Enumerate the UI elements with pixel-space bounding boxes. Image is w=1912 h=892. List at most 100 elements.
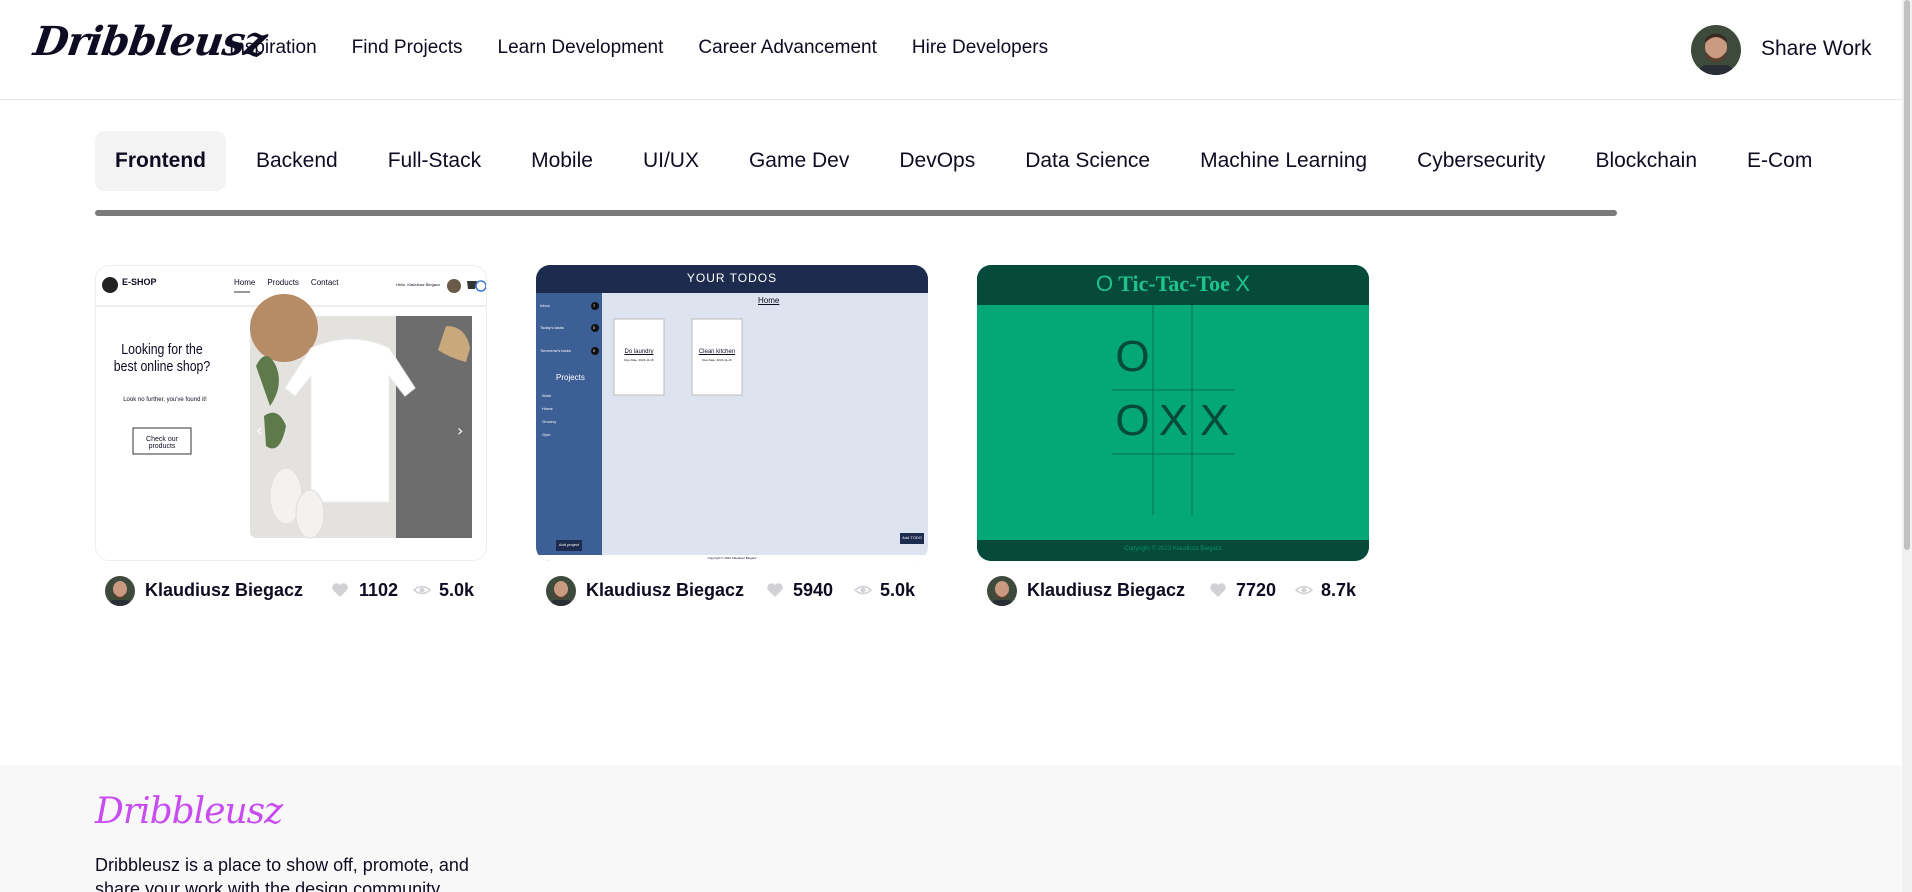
board-cell[interactable]: O xyxy=(1112,389,1153,453)
todo-card-date: Due Date: 2023-11-16 xyxy=(702,358,732,362)
eshop-greeting: Hello, Klaudiusz Biegacz xyxy=(396,282,441,287)
tictactoe-footer: Copyright © 2023 Klaudiusz Biegacz xyxy=(1124,546,1222,552)
project-meta: Klaudiusz Biegacz 7720 8.7k xyxy=(977,561,1369,617)
tab-backend[interactable]: Backend xyxy=(236,131,358,191)
todo-card-title: Do laundry xyxy=(624,349,654,355)
tab-e-com[interactable]: E-Com xyxy=(1727,131,1816,191)
tab-mobile[interactable]: Mobile xyxy=(511,131,613,191)
project-meta: Klaudiusz Biegacz 5940 5.0k xyxy=(536,561,928,617)
todos-projects-heading: Projects xyxy=(556,373,585,382)
tab-frontend[interactable]: Frontend xyxy=(95,131,226,191)
todos-tomorrow-count: 0 xyxy=(593,348,596,353)
eshop-nav: Home Products Contact xyxy=(234,278,339,287)
project-thumbnail-todos[interactable]: YOUR TODOS Home Inbox 7 Today's tasks 0 … xyxy=(536,265,928,561)
like-count: 1102 xyxy=(359,580,399,600)
nav-inspiration[interactable]: Inspiration xyxy=(229,37,317,59)
footer-description: Dribbleusz is a place to show off, promo… xyxy=(95,855,469,892)
board-cell[interactable] xyxy=(1194,325,1235,389)
todos-add-project: Add project xyxy=(558,542,580,547)
todo-card-title: Clean kitchen xyxy=(698,349,736,355)
tictactoe-o-glyph: O xyxy=(1095,271,1114,296)
todos-project-list: Work Home Grocery Gym xyxy=(542,389,556,441)
site-header: Dribbleusz Inspiration Find Projects Lea… xyxy=(0,0,1912,100)
tictactoe-title-row: O Tic-Tac-Toe X xyxy=(977,271,1369,297)
tab-data-science[interactable]: Data Science xyxy=(1005,131,1170,191)
todos-sidebar-today: Today's tasks xyxy=(540,325,564,330)
nav-hire-developers[interactable]: Hire Developers xyxy=(912,37,1048,59)
view-count: 5.0k xyxy=(880,580,916,600)
project-thumbnail-tictactoe[interactable]: O Tic-Tac-Toe X O O X X Copyright © 2023… xyxy=(977,265,1369,561)
tab-blockchain[interactable]: Blockchain xyxy=(1575,131,1717,191)
tab-game-dev[interactable]: Game Dev xyxy=(729,131,869,191)
todos-copyright: Copyright © 2023 Klaudiusz Biegacz xyxy=(707,556,757,560)
footer-logo[interactable]: Dribbleusz xyxy=(95,791,283,832)
author-name[interactable]: Klaudiusz Biegacz xyxy=(1027,580,1185,601)
eshop-nav-home: Home xyxy=(234,278,256,287)
nav-find-projects[interactable]: Find Projects xyxy=(352,37,463,59)
board-cell[interactable] xyxy=(1153,325,1194,389)
project-card: ‹ › E-SHOP Home Products Contact Hello, … xyxy=(95,265,487,617)
author-avatar[interactable] xyxy=(105,576,135,606)
like-count: 5940 xyxy=(793,580,834,600)
eye-icon xyxy=(854,585,872,595)
user-avatar[interactable] xyxy=(1691,25,1741,75)
heart-icon[interactable] xyxy=(331,582,349,598)
tab-cybersecurity[interactable]: Cybersecurity xyxy=(1397,131,1565,191)
view-count: 5.0k xyxy=(439,580,475,600)
todo-card-date: Due Date: 2023-11-15 xyxy=(624,358,654,362)
eshop-brand: E-SHOP xyxy=(122,277,157,287)
like-count: 7720 xyxy=(1236,580,1277,600)
author-avatar[interactable] xyxy=(987,576,1017,606)
nav-learn-development[interactable]: Learn Development xyxy=(498,37,664,59)
project-thumbnail-eshop[interactable]: ‹ › E-SHOP Home Products Contact Hello, … xyxy=(95,265,487,561)
todos-sidebar-tomorrow: Tomorrow's tasks xyxy=(540,348,571,353)
tab-devops[interactable]: DevOps xyxy=(879,131,995,191)
tab-ui-ux[interactable]: UI/UX xyxy=(623,131,719,191)
tictactoe-x-glyph: X xyxy=(1235,271,1251,296)
svg-text:‹: ‹ xyxy=(256,421,262,440)
eshop-cta-button: Check our products xyxy=(146,436,178,450)
todos-home: Home xyxy=(758,296,780,305)
board-cell[interactable] xyxy=(1194,453,1235,517)
project-meta: Klaudiusz Biegacz 1102 5.0k xyxy=(95,561,487,617)
project-card: YOUR TODOS Home Inbox 7 Today's tasks 0 … xyxy=(536,265,928,617)
page-scrollbar[interactable] xyxy=(1902,0,1912,892)
todos-today-count: 0 xyxy=(593,325,596,330)
tictactoe-board: O O X X xyxy=(1112,325,1235,517)
eshop-subtitle: Look no further, you've found it! xyxy=(123,397,207,403)
heart-icon[interactable] xyxy=(1209,582,1227,598)
view-count: 8.7k xyxy=(1321,580,1357,600)
author-name[interactable]: Klaudiusz Biegacz xyxy=(586,580,744,601)
scrollbar-thumb[interactable] xyxy=(1904,0,1910,550)
todos-inbox-count: 7 xyxy=(593,303,596,308)
todos-project-item: Home xyxy=(542,406,553,411)
eshop-headline: Looking for the best online shop? xyxy=(113,341,211,375)
tabs-scrollbar[interactable] xyxy=(95,210,1617,216)
author-avatar[interactable] xyxy=(546,576,576,606)
eshop-nav-contact: Contact xyxy=(310,278,339,287)
author-name[interactable]: Klaudiusz Biegacz xyxy=(145,580,303,601)
board-cell[interactable] xyxy=(1153,453,1194,517)
share-work-button[interactable]: Share Work xyxy=(1761,37,1872,61)
project-card: O Tic-Tac-Toe X O O X X Copyright © 2023… xyxy=(977,265,1369,617)
board-cell[interactable]: O xyxy=(1112,325,1153,389)
tictactoe-title: Tic-Tac-Toe xyxy=(1118,271,1230,296)
board-cell[interactable]: X xyxy=(1153,389,1194,453)
todos-title: YOUR TODOS xyxy=(686,271,778,285)
board-cell[interactable] xyxy=(1112,453,1153,517)
site-footer: Dribbleusz Dribbleusz is a place to show… xyxy=(0,765,1902,892)
eshop-nav-products: Products xyxy=(267,278,299,287)
main-nav: Inspiration Find Projects Learn Developm… xyxy=(229,37,1048,59)
eye-icon xyxy=(413,585,431,595)
todos-add-todo: Add TODO xyxy=(902,535,922,540)
todos-project-item: Work xyxy=(542,393,552,398)
tab-machine-learning[interactable]: Machine Learning xyxy=(1180,131,1387,191)
todos-project-item: Gym xyxy=(542,432,551,437)
eye-icon xyxy=(1295,585,1313,595)
todos-project-item: Grocery xyxy=(542,419,557,424)
nav-career-advancement[interactable]: Career Advancement xyxy=(698,37,877,59)
todos-sidebar-inbox: Inbox xyxy=(540,303,550,308)
heart-icon[interactable] xyxy=(766,582,784,598)
tab-full-stack[interactable]: Full-Stack xyxy=(368,131,501,191)
board-cell[interactable]: X xyxy=(1194,389,1235,453)
